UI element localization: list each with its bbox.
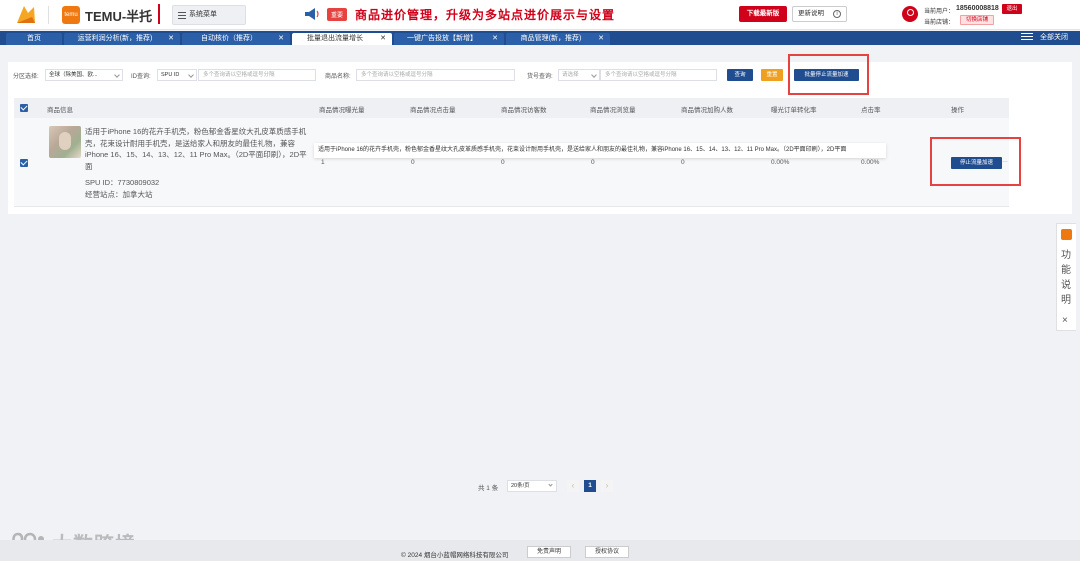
disclaimer-button[interactable]: 免责声明 [527, 546, 571, 558]
column-header: 点击率 [861, 107, 881, 114]
brand-divider [158, 4, 160, 24]
highlight-box [788, 54, 869, 95]
chevron-down-icon [188, 72, 194, 78]
query-button[interactable]: 查询 [727, 69, 753, 81]
top-header: temu TEMU-半托 系统菜单 重要 商品进价管理，升级为多站点进价展示与设… [0, 0, 1080, 30]
chevron-down-icon [591, 72, 597, 78]
pagination-total: 共 1 条 [478, 485, 499, 492]
feature-help-widget[interactable]: 功能说明 × [1056, 223, 1076, 331]
current-store-label: 当前店铺： [924, 20, 955, 26]
select-all-checkbox[interactable] [20, 104, 28, 112]
highlight-box [930, 137, 1021, 186]
id-type-select[interactable]: SPU ID [157, 69, 197, 81]
tab-one-click-ads[interactable]: 一键广告投放【新增】 ✕ [394, 33, 504, 45]
copyright-text: © 2024 烟台小蓝帽网络科技有限公司 [401, 552, 509, 559]
product-title-tooltip: 适用于iPhone 16的花卉手机壳，粉色郁金香星纹大孔皮革质感手机壳，花束设计… [314, 143, 886, 158]
current-user-label: 当前用户： [924, 9, 955, 15]
header-divider [48, 6, 49, 24]
product-title[interactable]: 适用于iPhone 16的花卉手机壳，粉色郁金香星纹大孔皮革质感手机壳，花束设计… [85, 126, 310, 172]
cart-adds-value: 0 [681, 159, 685, 166]
ctr-value: 0.00% [861, 159, 880, 166]
sku-type-select[interactable]: 请选择 [558, 69, 600, 81]
system-menu-label: 系统菜单 [189, 11, 217, 18]
menu-icon [178, 12, 186, 19]
logout-button[interactable]: 退出 [1002, 4, 1022, 14]
tab-profit-analysis[interactable]: 运营利润分析(新，推荐) ✕ [64, 33, 180, 45]
tab-auto-pricing[interactable]: 自动核价（推荐） ✕ [182, 33, 290, 45]
visitors-value: 0 [501, 159, 505, 166]
brand-name: TEMU-半托 [85, 9, 153, 24]
column-header: 商品信息 [47, 107, 73, 114]
sku-search-input[interactable]: 多个查询请以空格或逗号分隔 [600, 69, 717, 81]
product-spu-id: SPU ID：7730809032 [85, 178, 160, 187]
conversion-rate-value: 0.00% [771, 159, 790, 166]
close-icon[interactable]: × [1062, 316, 1068, 326]
column-header: 曝光订单转化率 [771, 107, 817, 114]
id-filter-label: ID查询: [131, 74, 151, 80]
update-notes-button[interactable]: 更新说明 i [792, 6, 847, 22]
clicks-value: 0 [411, 159, 415, 166]
row-checkbox[interactable] [20, 159, 28, 167]
close-icon[interactable]: ✕ [380, 33, 386, 45]
license-button[interactable]: 授权协议 [585, 546, 629, 558]
app-logo-icon [1061, 229, 1072, 240]
download-latest-button[interactable]: 下载最新版 [739, 6, 787, 22]
close-icon[interactable]: ✕ [598, 33, 604, 45]
id-type-value: SPU ID [161, 72, 180, 78]
column-header: 商品情况浏览量 [590, 107, 636, 114]
update-notes-label: 更新说明 [798, 10, 824, 17]
product-name-label: 商品名称: [325, 74, 351, 80]
current-user-value: 18560008818 [956, 5, 999, 12]
tab-label: 一键广告投放【新增】 [407, 35, 477, 42]
megaphone-icon [305, 8, 319, 20]
notice-text[interactable]: 商品进价管理，升级为多站点进价展示与设置 [355, 6, 615, 23]
info-icon: i [833, 10, 841, 18]
tab-label: 首页 [27, 35, 41, 42]
close-icon[interactable]: ✕ [492, 33, 498, 45]
close-icon[interactable]: ✕ [168, 33, 174, 45]
page-size-select[interactable]: 20条/页 [507, 480, 557, 492]
tab-product-management[interactable]: 商品管理(新，推荐) ✕ [506, 33, 610, 45]
close-all-tabs-button[interactable]: 全部关闭 [1040, 33, 1068, 43]
column-header: 商品情况加购人数 [681, 107, 733, 114]
region-select[interactable]: 全球（除美国、欧... [45, 69, 123, 81]
chevron-down-icon [114, 72, 120, 78]
tab-menu-icon[interactable] [1021, 33, 1033, 43]
column-header: 商品情况访客数 [501, 107, 547, 114]
prev-page-button[interactable]: ‹ [567, 480, 579, 492]
reset-button[interactable]: 重置 [761, 69, 783, 81]
id-search-input[interactable]: 多个查询请以空格或逗号分隔 [198, 69, 316, 81]
product-name-input[interactable]: 多个查询请以空格或逗号分隔 [356, 69, 515, 81]
sku-filter-label: 货号查询: [527, 74, 553, 80]
tab-home[interactable]: 首页 [6, 33, 62, 45]
page-1-button[interactable]: 1 [584, 480, 596, 492]
user-avatar-icon [902, 6, 918, 22]
views-value: 0 [591, 159, 595, 166]
column-header: 商品情况曝光量 [319, 107, 365, 114]
column-header: 操作 [951, 107, 964, 114]
tab-batch-exit-traffic[interactable]: 批量退出流量增长 ✕ [292, 33, 392, 45]
product-site: 经营站点：加拿大站 [85, 190, 153, 199]
page-size-value: 20条/页 [511, 483, 530, 489]
sku-type-value: 请选择 [562, 72, 579, 78]
product-thumbnail[interactable] [49, 126, 81, 158]
region-filter-label: 分区选择: [13, 74, 39, 80]
app-logo-icon [17, 6, 35, 23]
system-menu-button[interactable]: 系统菜单 [172, 5, 246, 25]
tab-label: 商品管理(新，推荐) [520, 35, 582, 42]
tab-bar: 首页 运营利润分析(新，推荐) ✕ 自动核价（推荐） ✕ 批量退出流量增长 ✕ 一键广… [0, 31, 1080, 45]
column-header: 商品情况点击量 [410, 107, 456, 114]
switch-store-button[interactable]: 切换店铺 [960, 15, 994, 25]
exposure-value: 1 [321, 159, 325, 166]
close-icon[interactable]: ✕ [278, 33, 284, 45]
tab-label: 批量退出流量增长 [307, 35, 363, 42]
tab-label: 自动核价（推荐） [201, 35, 257, 42]
notice-badge: 重要 [327, 8, 348, 21]
next-page-button[interactable]: › [601, 480, 613, 492]
temu-logo-icon: temu [62, 6, 80, 24]
chevron-down-icon [548, 482, 553, 487]
region-select-value: 全球（除美国、欧... [49, 72, 98, 78]
feature-help-label: 功能说明 [1061, 250, 1071, 306]
tab-label: 运营利润分析(新，推荐) [77, 35, 153, 42]
